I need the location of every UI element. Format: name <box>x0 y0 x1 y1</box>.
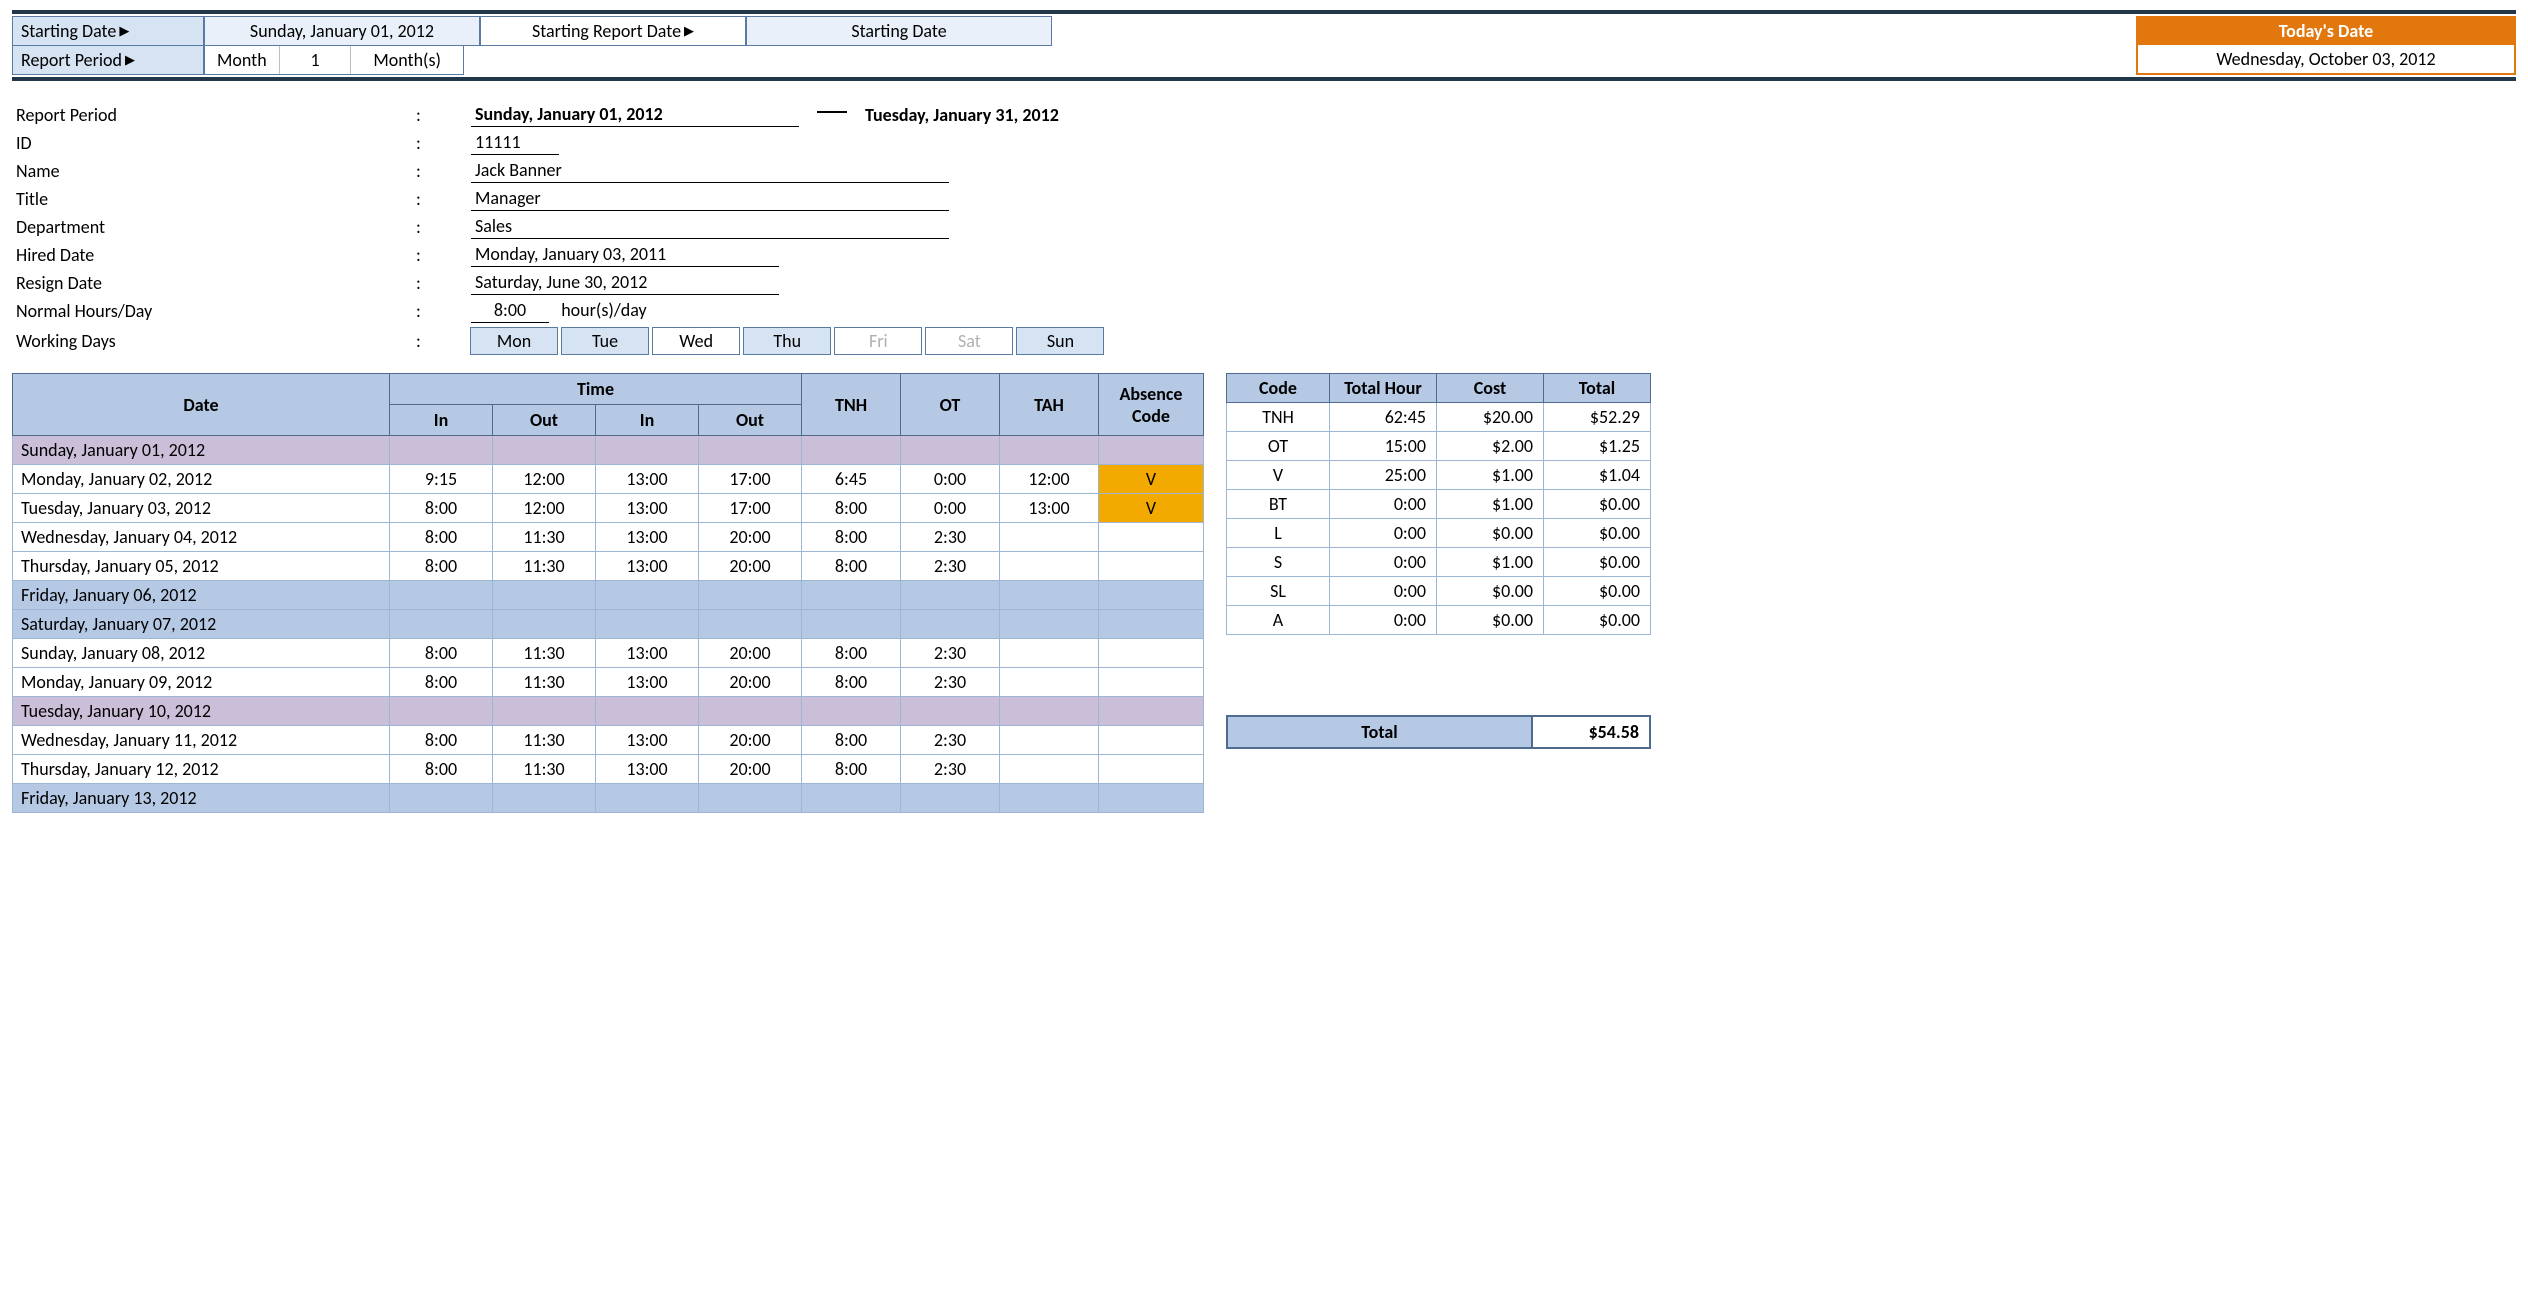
wd-wed[interactable]: Wed <box>652 327 740 355</box>
summary-row: A0:00$0.00$0.00 <box>1227 606 1651 635</box>
th-date: Date <box>13 374 390 436</box>
table-row: Friday, January 13, 2012 <box>13 784 1204 813</box>
th-cost: Cost <box>1437 374 1544 403</box>
working-days: Mon Tue Wed Thu Fri Sat Sun <box>471 327 1104 355</box>
th-in1: In <box>390 405 493 436</box>
summary-row: OT15:00$2.00$1.25 <box>1227 432 1651 461</box>
summary-row: TNH62:45$20.00$52.29 <box>1227 403 1651 432</box>
starting-date-value[interactable]: Sunday, January 01, 2012 <box>204 16 480 46</box>
th-tnh: TNH <box>802 374 901 436</box>
info-resign: Saturday, June 30, 2012 <box>471 271 779 295</box>
info-title: Manager <box>471 187 949 211</box>
info-name-label: Name <box>16 160 416 182</box>
info-normal-label: Normal Hours/Day <box>16 300 416 322</box>
th-absence: Absence Code <box>1099 374 1204 436</box>
info-normal-hours: 8:00 <box>471 299 549 323</box>
table-row: Monday, January 02, 20129:1512:0013:0017… <box>13 465 1204 494</box>
table-row: Thursday, January 12, 20128:0011:3013:00… <box>13 755 1204 784</box>
employee-info: Report Period : Sunday, January 01, 2012… <box>16 101 2516 357</box>
divider-top <box>12 10 2516 14</box>
starting-date-label[interactable]: Starting Date▶ <box>12 16 204 46</box>
grand-total-value: $54.58 <box>1533 717 1649 747</box>
right-arrow-icon: ▶ <box>125 53 135 68</box>
th-time: Time <box>390 374 802 405</box>
info-resign-label: Resign Date <box>16 272 416 294</box>
th-ot: OT <box>901 374 1000 436</box>
th-in2: In <box>596 405 699 436</box>
table-row: Wednesday, January 11, 20128:0011:3013:0… <box>13 726 1204 755</box>
grand-total: Total $54.58 <box>1226 715 1651 749</box>
th-tah: TAH <box>1000 374 1099 436</box>
dash-icon <box>817 111 847 113</box>
info-id: 11111 <box>471 131 559 155</box>
info-hired-label: Hired Date <box>16 244 416 266</box>
table-row: Sunday, January 01, 2012 <box>13 436 1204 465</box>
table-row: Friday, January 06, 2012 <box>13 581 1204 610</box>
wd-mon[interactable]: Mon <box>470 327 558 355</box>
right-arrow-icon: ▶ <box>119 24 129 39</box>
info-hired: Monday, January 03, 2011 <box>471 243 779 267</box>
info-title-label: Title <box>16 188 416 210</box>
right-arrow-icon: ▶ <box>684 24 694 39</box>
starting-report-date-label[interactable]: Starting Report Date▶ <box>480 16 746 46</box>
wd-tue[interactable]: Tue <box>561 327 649 355</box>
table-row: Thursday, January 05, 20128:0011:3013:00… <box>13 552 1204 581</box>
wd-thu[interactable]: Thu <box>743 327 831 355</box>
table-row: Saturday, January 07, 2012 <box>13 610 1204 639</box>
info-normal-unit: hour(s)/day <box>561 299 646 321</box>
wd-fri[interactable]: Fri <box>834 327 922 355</box>
wd-sat[interactable]: Sat <box>925 327 1013 355</box>
table-row: Wednesday, January 04, 20128:0011:3013:0… <box>13 523 1204 552</box>
info-name: Jack Banner <box>471 159 949 183</box>
divider-bottom <box>12 77 2516 81</box>
top-controls: Starting Date▶ Sunday, January 01, 2012 … <box>12 16 2516 46</box>
attendance-table: Date Time TNH OT TAH Absence Code In Out… <box>12 373 1204 813</box>
report-period-value[interactable]: Month 1 Month(s) <box>204 45 464 75</box>
table-row: Monday, January 09, 20128:0011:3013:0020… <box>13 668 1204 697</box>
wd-sun[interactable]: Sun <box>1016 327 1104 355</box>
th-out2: Out <box>699 405 802 436</box>
today-date-value: Wednesday, October 03, 2012 <box>2136 45 2516 75</box>
grand-total-label: Total <box>1228 717 1533 747</box>
period-to: Tuesday, January 31, 2012 <box>865 104 1059 126</box>
report-period-label[interactable]: Report Period▶ <box>12 45 204 75</box>
info-working-days-label: Working Days <box>16 330 416 352</box>
th-code: Code <box>1227 374 1330 403</box>
table-row: Sunday, January 08, 20128:0011:3013:0020… <box>13 639 1204 668</box>
info-id-label: ID <box>16 132 416 154</box>
info-report-period-label: Report Period <box>16 104 416 126</box>
th-total: Total <box>1544 374 1651 403</box>
summary-row: L0:00$0.00$0.00 <box>1227 519 1651 548</box>
summary-row: BT0:00$1.00$0.00 <box>1227 490 1651 519</box>
summary-table: Code Total Hour Cost Total TNH62:45$20.0… <box>1226 373 1651 635</box>
summary-row: S0:00$1.00$0.00 <box>1227 548 1651 577</box>
info-dept-label: Department <box>16 216 416 238</box>
summary-row: V25:00$1.00$1.04 <box>1227 461 1651 490</box>
period-from: Sunday, January 01, 2012 <box>471 103 799 127</box>
summary-row: SL0:00$0.00$0.00 <box>1227 577 1651 606</box>
table-row: Tuesday, January 10, 2012 <box>13 697 1204 726</box>
th-out1: Out <box>493 405 596 436</box>
th-totalhour: Total Hour <box>1330 374 1437 403</box>
table-row: Tuesday, January 03, 20128:0012:0013:001… <box>13 494 1204 523</box>
starting-report-date-value[interactable]: Starting Date <box>746 16 1052 46</box>
info-dept: Sales <box>471 215 949 239</box>
today-date-header: Today's Date <box>2136 16 2516 46</box>
